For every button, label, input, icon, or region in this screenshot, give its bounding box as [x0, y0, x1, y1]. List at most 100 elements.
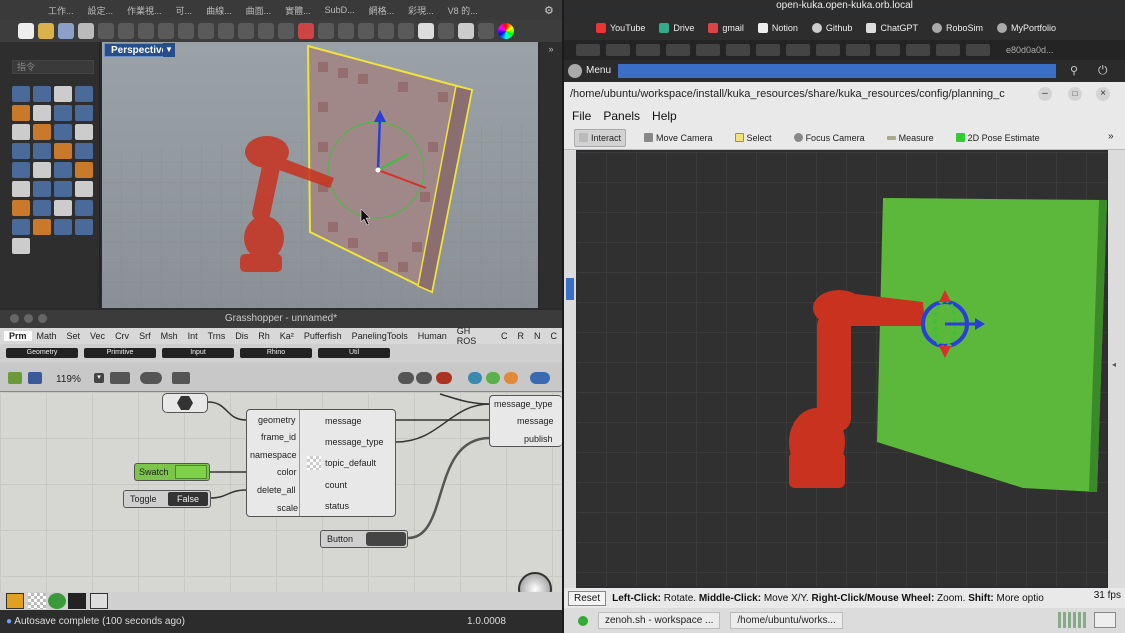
menu-label[interactable]: Menu — [586, 65, 611, 76]
plugin-icon[interactable] — [468, 372, 482, 384]
preview-wire-icon[interactable] — [398, 372, 414, 384]
rhino-menu-item[interactable]: 工作... — [48, 4, 74, 17]
power-icon[interactable]: ⏻ — [1098, 63, 1108, 78]
sketch-icon[interactable] — [172, 372, 190, 384]
rhino-menu-item[interactable]: V8 的... — [448, 4, 478, 17]
show-desktop-icon[interactable] — [1094, 612, 1116, 628]
new-file-icon[interactable] — [18, 23, 34, 39]
circle-icon[interactable] — [12, 105, 30, 121]
zoom-extents-icon[interactable] — [258, 23, 274, 39]
offset-icon[interactable] — [54, 124, 72, 140]
material-icon[interactable] — [438, 23, 454, 39]
tab-srf[interactable]: Srf — [134, 331, 156, 341]
expand-right-icon[interactable]: ◂ — [1112, 360, 1116, 369]
polygon-icon[interactable] — [75, 105, 93, 121]
named-view-icon[interactable] — [338, 23, 354, 39]
zoom-window-icon[interactable] — [238, 23, 254, 39]
viewports-icon[interactable] — [318, 23, 334, 39]
tab-vec[interactable]: Vec — [85, 331, 110, 341]
swatch-color[interactable] — [175, 465, 207, 479]
globe-icon[interactable] — [48, 593, 66, 609]
tab-c2[interactable]: C — [546, 331, 563, 341]
browser-tab[interactable] — [936, 44, 960, 56]
point-icon[interactable] — [33, 86, 51, 102]
browser-tab[interactable] — [906, 44, 930, 56]
arc-icon[interactable] — [33, 105, 51, 121]
collapsed-right-panel[interactable]: ◂ — [1108, 150, 1125, 588]
tab-msh[interactable]: Msh — [156, 331, 183, 341]
zoom-level[interactable]: 119% — [56, 374, 81, 385]
layer-icon[interactable] — [12, 238, 30, 254]
input-message-type[interactable]: message_type — [494, 399, 553, 409]
browser-tab[interactable] — [726, 44, 750, 56]
input-color[interactable]: color — [277, 467, 297, 477]
close-icon[interactable]: × — [1096, 87, 1110, 101]
tool-move-camera[interactable]: Move Camera — [640, 130, 717, 146]
display-icon[interactable] — [530, 372, 550, 384]
rhino-perspective-viewport[interactable] — [102, 42, 538, 308]
explode-icon[interactable] — [12, 162, 30, 178]
tab-pufferfish[interactable]: Pufferfish — [299, 331, 347, 341]
trim-icon[interactable] — [54, 162, 72, 178]
camera-icon[interactable] — [458, 23, 474, 39]
preview-eye-icon[interactable] — [140, 372, 162, 384]
extrude-icon[interactable] — [54, 143, 72, 159]
sphere-icon[interactable] — [398, 23, 414, 39]
output-status[interactable]: status — [325, 501, 349, 511]
subcategory-util[interactable]: Util — [318, 348, 390, 358]
zoom-extents-icon[interactable] — [110, 372, 130, 384]
canvas-icon[interactable] — [28, 593, 46, 609]
tab-math[interactable]: Math — [32, 331, 62, 341]
browser-tab[interactable] — [666, 44, 690, 56]
rhino-menu-item[interactable]: 網格... — [369, 4, 395, 17]
bookmark-chatgpt[interactable]: ChatGPT — [866, 23, 918, 33]
cylinder-icon[interactable] — [33, 143, 51, 159]
rectangle-icon[interactable] — [75, 86, 93, 102]
rotate-view-icon[interactable] — [198, 23, 214, 39]
subcategory-primitive[interactable]: Primitive — [84, 348, 156, 358]
output-topic-default[interactable]: topic_default — [325, 458, 376, 468]
lightbulb-icon[interactable] — [418, 23, 434, 39]
plugin-icon[interactable] — [504, 372, 518, 384]
tab-ka2[interactable]: Ka² — [275, 331, 299, 341]
input-geometry[interactable]: geometry — [258, 415, 296, 425]
car-icon[interactable] — [298, 23, 314, 39]
browser-tab[interactable] — [696, 44, 720, 56]
bookmark-notion[interactable]: Notion — [757, 23, 798, 33]
boolean-icon[interactable] — [75, 143, 93, 159]
bookmark-github[interactable]: Github — [811, 23, 852, 33]
gear-icon[interactable]: ⚙ — [544, 4, 554, 17]
rhino-menu-item[interactable]: 作業視... — [127, 4, 162, 17]
panel-toggle-icon[interactable] — [566, 278, 574, 300]
rotate-icon[interactable] — [75, 181, 93, 197]
browser-tab[interactable] — [816, 44, 840, 56]
print-icon[interactable] — [78, 23, 94, 39]
start-icon[interactable] — [578, 615, 588, 626]
ubuntu-logo-icon[interactable] — [568, 64, 582, 78]
join-icon[interactable] — [33, 162, 51, 178]
input-scale[interactable]: scale — [277, 503, 298, 513]
tab-trns[interactable]: Trns — [203, 331, 231, 341]
polyline-icon[interactable] — [54, 86, 72, 102]
grasshopper-logo-icon[interactable] — [6, 593, 24, 609]
workspace-switcher-icon[interactable] — [1058, 612, 1086, 628]
cut-icon[interactable] — [118, 23, 134, 39]
undo-icon[interactable] — [158, 23, 174, 39]
tab-dis[interactable]: Dis — [230, 331, 253, 341]
green-panel[interactable] — [877, 198, 1107, 492]
output-count[interactable]: count — [325, 480, 347, 490]
tab-crv[interactable]: Crv — [110, 331, 134, 341]
maximize-icon[interactable]: □ — [1068, 87, 1082, 101]
preview-selected-icon[interactable] — [436, 372, 452, 384]
browser-tab[interactable] — [876, 44, 900, 56]
browser-tab[interactable] — [846, 44, 870, 56]
open-file-icon[interactable] — [38, 23, 54, 39]
gizmo-center[interactable] — [375, 167, 381, 173]
subcategory-geometry[interactable]: Geometry — [6, 348, 78, 358]
active-tab-title[interactable]: e80d0a0d... — [1006, 45, 1054, 55]
zoom-icon[interactable] — [218, 23, 234, 39]
collapsed-left-panel[interactable] — [564, 150, 576, 588]
browser-tab[interactable] — [576, 44, 600, 56]
menu-panels[interactable]: Panels — [603, 109, 640, 123]
output-message[interactable]: message — [325, 416, 362, 426]
